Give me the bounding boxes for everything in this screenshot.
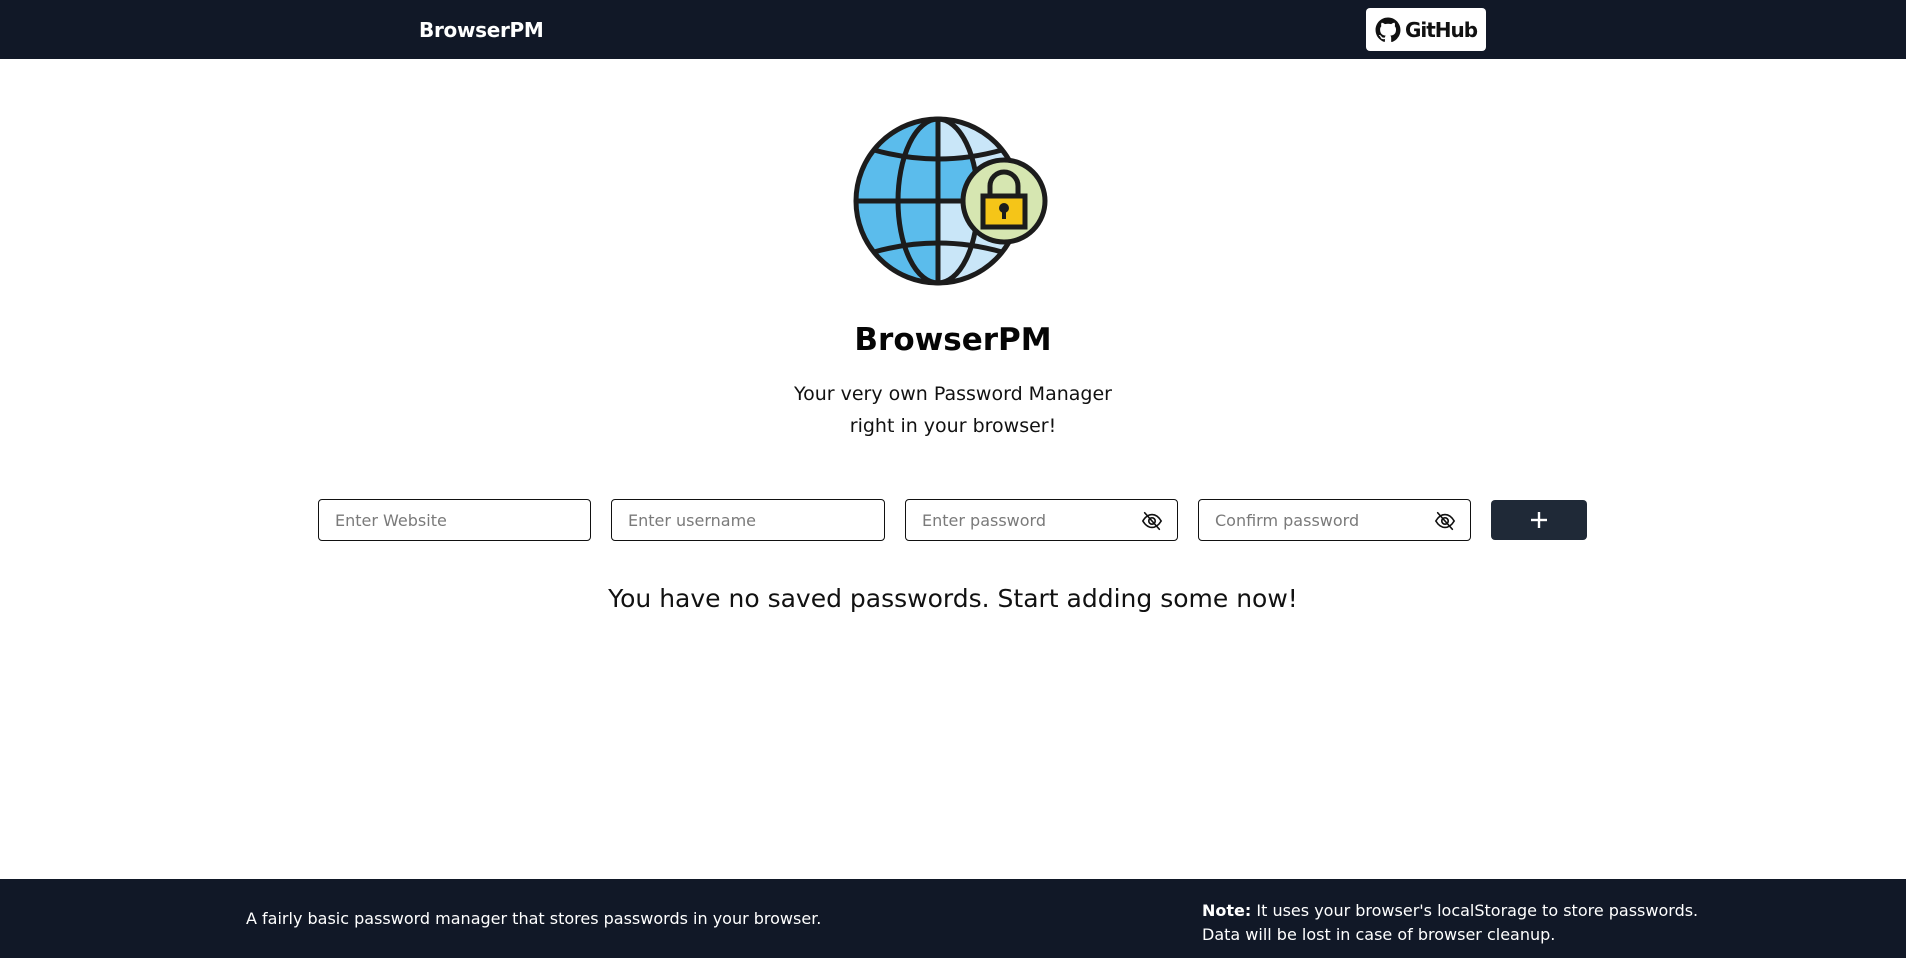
footer: A fairly basic password manager that sto… — [0, 879, 1906, 958]
page-title: BrowserPM — [854, 322, 1052, 358]
subtitle-line-1: Your very own Password Manager — [794, 383, 1112, 405]
confirm-password-field — [1198, 499, 1471, 541]
plus-icon — [1531, 512, 1547, 528]
empty-state-message: You have no saved passwords. Start addin… — [608, 584, 1298, 613]
github-button-label: GitHub — [1404, 17, 1478, 42]
github-icon — [1375, 17, 1401, 42]
website-input[interactable] — [319, 500, 590, 540]
top-navbar: BrowserPM GitHub — [0, 0, 1906, 59]
website-field — [318, 499, 591, 541]
username-field — [611, 499, 885, 541]
password-input[interactable] — [906, 500, 1177, 540]
footer-note-text: It uses your browser's localStorage to s… — [1251, 901, 1699, 920]
subtitle-line-2: right in your browser! — [849, 415, 1057, 437]
github-button[interactable]: GitHub — [1366, 8, 1486, 51]
navbar-brand[interactable]: BrowserPM — [419, 18, 544, 42]
confirm-password-input[interactable] — [1199, 500, 1470, 540]
toggle-password-visibility-icon[interactable] — [1141, 510, 1163, 532]
footer-note-label: Note: — [1202, 901, 1252, 920]
password-field — [905, 499, 1178, 541]
username-input[interactable] — [612, 500, 884, 540]
toggle-confirm-visibility-icon[interactable] — [1434, 510, 1456, 532]
globe-with-padlock-icon — [853, 116, 1048, 286]
add-password-button[interactable] — [1491, 500, 1587, 540]
footer-note-line2: Data will be lost in case of browser cle… — [1202, 925, 1556, 944]
footer-note: Note: It uses your browser's localStorag… — [1202, 899, 1698, 947]
footer-description: A fairly basic password manager that sto… — [246, 909, 822, 928]
